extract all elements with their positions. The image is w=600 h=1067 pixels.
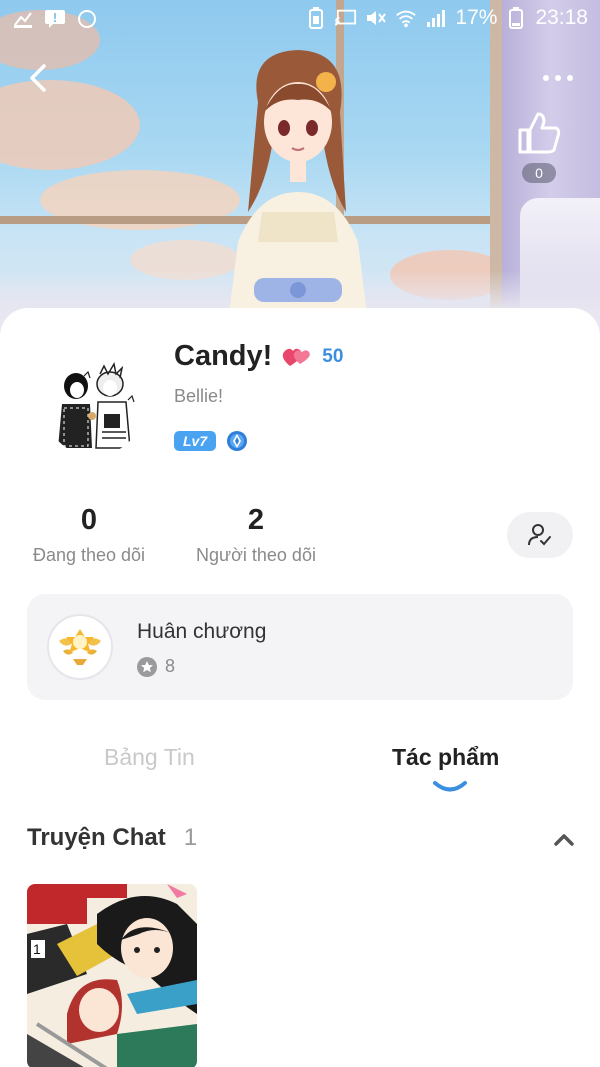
bio: Bellie!: [174, 386, 224, 406]
svg-text:1: 1: [33, 941, 41, 957]
battery-percent: 17%: [455, 6, 498, 29]
follow-user-icon: [528, 524, 551, 546]
circle-status-icon: [76, 8, 98, 30]
section-header: Truyện Chat 1: [27, 824, 197, 852]
badge-row: Lv7: [174, 430, 248, 452]
medal-count: 8: [165, 656, 176, 676]
back-arrow-icon: [30, 64, 46, 92]
cast-icon: [335, 7, 357, 29]
reputation-count: 50: [322, 345, 344, 367]
tab-feed[interactable]: Bảng Tin: [104, 744, 195, 771]
section-count: 1: [183, 824, 198, 851]
medal-title: Huân chương: [137, 620, 267, 643]
back-button[interactable]: [22, 60, 58, 96]
nickname: Candy!: [174, 340, 273, 372]
following-count: 0: [80, 504, 98, 536]
followers-label: Người theo dõi: [196, 545, 316, 565]
clock: 23:18: [535, 6, 588, 29]
tab-works[interactable]: Tác phẩm: [392, 744, 499, 771]
follow-button[interactable]: [507, 512, 573, 558]
character-illustration: [228, 50, 368, 322]
tab-active-indicator: [433, 781, 467, 792]
nickname-row: Candy! 50: [174, 340, 343, 373]
like-count: 0: [522, 163, 556, 183]
wifi-icon: [395, 7, 417, 29]
signal-icon: [425, 7, 447, 29]
mute-icon: [365, 7, 387, 29]
status-bar: 17% 23:18: [0, 0, 600, 40]
gem-icon[interactable]: [226, 430, 248, 452]
avatar[interactable]: [44, 356, 144, 456]
cleaner-icon: [12, 8, 34, 30]
section-title: Truyện Chat: [27, 824, 166, 851]
more-icon: [543, 75, 549, 81]
medal-card[interactable]: Huân chương 8: [27, 594, 573, 700]
chat-story-cover[interactable]: 1: [27, 884, 197, 1067]
star-icon: [137, 656, 157, 677]
following-label: Đang theo dõi: [32, 545, 146, 565]
profile-sheet: Candy! 50 Bellie! Lv7 0 Đang theo dõi 2 …: [0, 308, 600, 1067]
heart-icon: [282, 346, 312, 368]
more-button[interactable]: [538, 66, 578, 90]
like-button[interactable]: 0: [514, 110, 564, 184]
collapse-button[interactable]: [552, 828, 576, 852]
medal-count-row: 8: [137, 656, 175, 677]
profile-banner: 17% 23:18 0: [0, 0, 600, 340]
chevron-up-icon: [554, 834, 574, 846]
battery-icon: [505, 7, 527, 29]
followers-stat[interactable]: 2 Người theo dõi: [186, 504, 326, 566]
message-alert-icon: [44, 8, 66, 30]
medal-icon: [47, 614, 113, 680]
thumbs-up-icon: [518, 112, 561, 154]
battery-saver-icon: [305, 7, 327, 29]
following-stat[interactable]: 0 Đang theo dõi: [24, 504, 154, 566]
followers-count: 2: [247, 504, 265, 536]
level-badge[interactable]: Lv7: [174, 431, 217, 451]
